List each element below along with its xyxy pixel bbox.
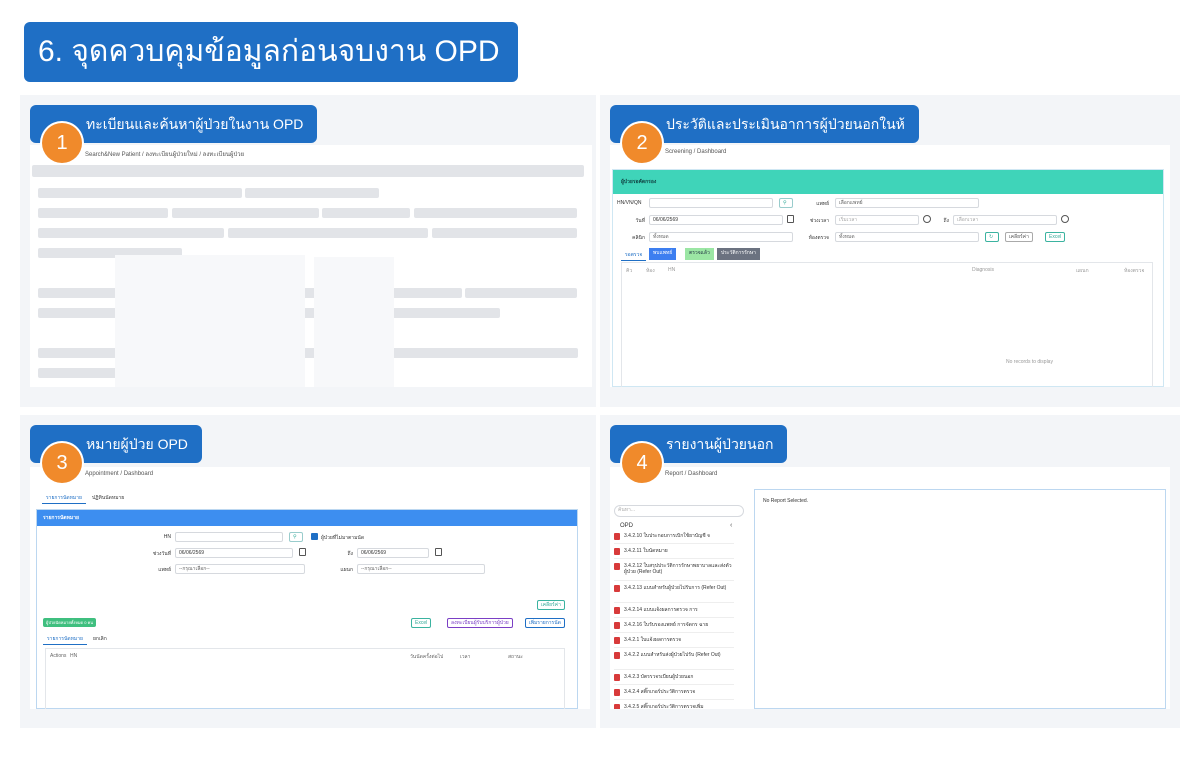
calendar-icon[interactable] — [299, 548, 306, 556]
pdf-icon — [614, 607, 620, 614]
report-item-label: 3.4.2.13 แบบสำหรับผู้ป่วยไปรับการ (Refer… — [624, 585, 727, 591]
pdf-icon — [614, 704, 620, 709]
refresh-button[interactable]: ↻ — [985, 232, 999, 242]
search-button[interactable]: ⚲ — [289, 532, 303, 542]
search-button[interactable]: ⚲ — [779, 198, 793, 208]
section-4-panel: Report / Dashboard No Report Selected. ค… — [600, 415, 1180, 728]
pdf-icon — [614, 622, 620, 629]
to-date-input[interactable]: 06/06/2569 — [357, 548, 429, 558]
report-item-label: 3.4.2.5 สติ๊กเกอร์ประวัติการตรวจเพิ่ม — [624, 704, 704, 709]
pdf-icon — [614, 548, 620, 555]
date-input[interactable]: 06/06/2569 — [649, 215, 783, 225]
register-button[interactable]: ลงทะเบียนผู้รับบริการผู้ป่วย — [447, 618, 513, 628]
section-2-screenshot: Screening / Dashboard ผู้ป่วยรอคัดกรอง H… — [610, 145, 1170, 387]
pdf-icon — [614, 585, 620, 592]
report-item[interactable]: 3.4.2.3 บัตรรวจรเบียนผู้ป่วยนอก — [614, 674, 734, 685]
tab-doctor[interactable]: พบแพทย์ — [649, 248, 677, 260]
appointment-header: รายการนัดหมาย — [37, 510, 577, 526]
report-item-label: 3.4.2.1 ใบแจ้งผลการตรวจ — [624, 637, 682, 643]
time-from-input[interactable]: เริ่มเวลา — [835, 215, 919, 225]
breadcrumb: Screening / Dashboard — [665, 149, 727, 155]
report-item-label: 3.4.2.16 ใบรับรองแพทย์ การจัดกร ฉาย — [624, 622, 709, 628]
doctor-select[interactable]: เลือกแพทย์ — [835, 198, 979, 208]
chevron-left-icon[interactable]: ‹ — [730, 522, 732, 529]
section-3-screenshot: Appointment / Dashboard รายการนัดหมาย ปฏ… — [30, 467, 590, 709]
room-select[interactable]: ทั้งหมด — [835, 232, 979, 242]
tab-appointment-list[interactable]: รายการนัดหมาย — [42, 493, 86, 504]
from-date-input[interactable]: 06/06/2569 — [175, 548, 293, 558]
pdf-icon — [614, 689, 620, 696]
clock-icon[interactable] — [923, 215, 931, 223]
empty-message: No records to display — [1006, 359, 1053, 365]
calendar-icon[interactable] — [435, 548, 442, 556]
tab-history[interactable]: ประวัติการรักษา — [717, 248, 760, 260]
subtab-cancel[interactable]: ยกเลิก — [89, 634, 111, 644]
count-badge: ผู้ป่วยนัดหมายทั้งหมด 0 คน — [43, 618, 96, 627]
section-2-panel: Screening / Dashboard ผู้ป่วยรอคัดกรอง H… — [600, 95, 1180, 407]
pdf-icon — [614, 637, 620, 644]
section-4-screenshot: Report / Dashboard No Report Selected. ค… — [610, 467, 1170, 709]
pdf-icon — [614, 652, 620, 659]
not-show-checkbox[interactable] — [311, 533, 318, 540]
report-item[interactable]: 3.4.2.11 ใบนัดหมาย — [614, 548, 734, 559]
report-item[interactable]: 3.4.2.12 ใบสรุปประวัติการรักษาพยาบาลและส… — [614, 563, 734, 581]
report-item-label: 3.4.2.11 ใบนัดหมาย — [624, 548, 668, 554]
tab-calendar[interactable]: ปฏิทินนัดหมาย — [88, 493, 128, 503]
pdf-icon — [614, 563, 620, 570]
time-to-input[interactable]: เลือกเวลา — [953, 215, 1057, 225]
excel-button[interactable]: Excel — [1045, 232, 1066, 242]
breadcrumb: Report / Dashboard — [665, 471, 718, 477]
tab-waiting[interactable]: รอตรวจ — [621, 250, 647, 261]
report-search-input[interactable]: ค้นหา... — [614, 505, 744, 517]
subtab-list[interactable]: รายการนัดหมาย — [43, 634, 87, 645]
screening-header: ผู้ป่วยรอคัดกรอง — [613, 170, 1163, 194]
clock-icon[interactable] — [1061, 215, 1069, 223]
breadcrumb: Appointment / Dashboard — [85, 471, 154, 477]
report-item[interactable]: 3.4.2.4 สติ๊กเกอร์ประวัติการตรวจ — [614, 689, 734, 700]
clear-button[interactable]: เคลียร์ค่า — [1005, 232, 1033, 242]
clear-button[interactable]: เคลียร์ค่า — [537, 600, 565, 610]
section-1-panel: Search&New Patient / ลงทะเบียนผู้ป่วยใหม… — [20, 95, 596, 407]
tab-done[interactable]: ตรวจแล้ว — [685, 248, 714, 260]
section-1-screenshot: Search&New Patient / ลงทะเบียนผู้ป่วยใหม… — [30, 145, 592, 387]
section-3-panel: Appointment / Dashboard รายการนัดหมาย ปฏ… — [20, 415, 596, 728]
report-item[interactable]: 3.4.2.10 ใบประกอบการเบิกใช้ยาบัญชี จ — [614, 533, 734, 544]
pdf-icon — [614, 674, 620, 681]
add-appointment-button[interactable]: เพิ่มรายการนัด — [525, 618, 565, 628]
dept-select[interactable]: --กรุณาเลือก-- — [357, 564, 485, 574]
hn-search-input[interactable] — [649, 198, 773, 208]
pdf-icon — [614, 533, 620, 540]
step-2-badge: 2 — [622, 123, 662, 163]
excel-button[interactable]: Excel — [411, 618, 432, 628]
step-1-badge: 1 — [42, 123, 82, 163]
report-item-label: 3.4.2.14 แบบแจ้งผลการตรวจ การ — [624, 607, 698, 613]
folder-opd[interactable]: OPD — [620, 523, 633, 529]
step-4-badge: 4 — [622, 443, 662, 483]
breadcrumb: Search&New Patient / ลงทะเบียนผู้ป่วยใหม… — [85, 152, 245, 158]
hn-input[interactable] — [175, 532, 283, 542]
report-item-label: 3.4.2.4 สติ๊กเกอร์ประวัติการตรวจ — [624, 689, 696, 695]
report-item[interactable]: 3.4.2.5 สติ๊กเกอร์ประวัติการตรวจเพิ่ม — [614, 704, 734, 709]
report-item[interactable]: 3.4.2.14 แบบแจ้งผลการตรวจ การ — [614, 607, 734, 618]
page-title: 6. จุดควบคุมข้อมูลก่อนจบงาน OPD — [24, 22, 518, 82]
report-item[interactable]: 3.4.2.2 แบบสำหรับส่งผู้ป่วยไปรับ (Refer … — [614, 652, 734, 670]
report-item-label: 3.4.2.2 แบบสำหรับส่งผู้ป่วยไปรับ (Refer … — [624, 652, 721, 658]
report-item-label: 3.4.2.12 ใบสรุปประวัติการรักษาพยาบาลและส… — [624, 563, 732, 575]
clinic-select[interactable]: ทั้งหมด — [649, 232, 793, 242]
doctor-select[interactable]: --กรุณาเลือก-- — [175, 564, 305, 574]
report-item-label: 3.4.2.3 บัตรรวจรเบียนผู้ป่วยนอก — [624, 674, 694, 680]
report-item[interactable]: 3.4.2.16 ใบรับรองแพทย์ การจัดกร ฉาย — [614, 622, 734, 633]
report-item[interactable]: 3.4.2.1 ใบแจ้งผลการตรวจ — [614, 637, 734, 648]
no-report-text: No Report Selected. — [763, 498, 809, 504]
step-3-badge: 3 — [42, 443, 82, 483]
report-item[interactable]: 3.4.2.13 แบบสำหรับผู้ป่วยไปรับการ (Refer… — [614, 585, 734, 603]
report-item-label: 3.4.2.10 ใบประกอบการเบิกใช้ยาบัญชี จ — [624, 533, 710, 539]
